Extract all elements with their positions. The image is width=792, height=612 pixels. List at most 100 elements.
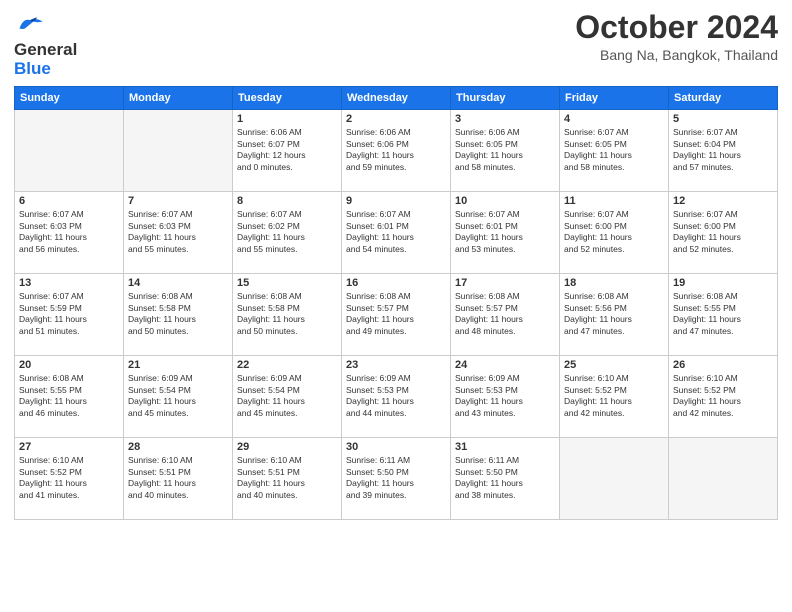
month-title: October 2024: [575, 10, 778, 45]
week-row-2: 6Sunrise: 6:07 AMSunset: 6:03 PMDaylight…: [15, 192, 778, 274]
day-info: Sunrise: 6:09 AMSunset: 5:53 PMDaylight:…: [455, 373, 555, 419]
day-number: 29: [237, 441, 337, 453]
page-container: General Blue October 2024 Bang Na, Bangk…: [0, 0, 792, 612]
day-info: Sunrise: 6:08 AMSunset: 5:56 PMDaylight:…: [564, 291, 664, 337]
day-info: Sunrise: 6:07 AMSunset: 6:01 PMDaylight:…: [346, 209, 446, 255]
week-row-3: 13Sunrise: 6:07 AMSunset: 5:59 PMDayligh…: [15, 274, 778, 356]
day-number: 9: [346, 195, 446, 207]
day-cell-w4-d5: 24 Sunrise: 6:09 AMSunset: 5:53 PMDayligh…: [451, 356, 560, 438]
day-cell-w2-d4: 9 Sunrise: 6:07 AMSunset: 6:01 PMDaylight…: [342, 192, 451, 274]
calendar-table: Sunday Monday Tuesday Wednesday Thursday…: [14, 86, 778, 520]
day-cell-w3-d5: 17Sunrise: 6:08 AMSunset: 5:57 PMDayligh…: [451, 274, 560, 356]
day-number: 20: [19, 359, 119, 371]
day-cell-w4-d4: 23 Sunrise: 6:09 AMSunset: 5:53 PMDayligh…: [342, 356, 451, 438]
day-number: 7: [128, 195, 228, 207]
day-number: 4: [564, 113, 664, 125]
day-info: Sunrise: 6:08 AMSunset: 5:57 PMDaylight:…: [346, 291, 446, 337]
day-cell-w3-d6: 18 Sunrise: 6:08 AMSunset: 5:56 PMDayligh…: [560, 274, 669, 356]
day-number: 13: [19, 277, 119, 289]
day-info: Sunrise: 6:08 AMSunset: 5:55 PMDaylight:…: [19, 373, 119, 419]
day-number: 24: [455, 359, 555, 371]
day-cell-w1-d3: 1Sunrise: 6:06 AMSunset: 6:07 PMDaylight…: [233, 110, 342, 192]
day-info: Sunrise: 6:10 AMSunset: 5:52 PMDaylight:…: [19, 455, 119, 501]
day-cell-w2-d6: 11 Sunrise: 6:07 AMSunset: 6:00 PMDayligh…: [560, 192, 669, 274]
day-number: 21: [128, 359, 228, 371]
day-cell-w3-d1: 13Sunrise: 6:07 AMSunset: 5:59 PMDayligh…: [15, 274, 124, 356]
day-number: 25: [564, 359, 664, 371]
day-number: 19: [673, 277, 773, 289]
day-info: Sunrise: 6:08 AMSunset: 5:58 PMDaylight:…: [128, 291, 228, 337]
day-number: 30: [346, 441, 446, 453]
day-cell-w4-d6: 25Sunrise: 6:10 AMSunset: 5:52 PMDayligh…: [560, 356, 669, 438]
day-cell-w1-d2: [124, 110, 233, 192]
day-info: Sunrise: 6:11 AMSunset: 5:50 PMDaylight:…: [346, 455, 446, 501]
day-info: Sunrise: 6:08 AMSunset: 5:57 PMDaylight:…: [455, 291, 555, 337]
day-number: 8: [237, 195, 337, 207]
day-cell-w2-d5: 10 Sunrise: 6:07 AMSunset: 6:01 PMDayligh…: [451, 192, 560, 274]
logo: General Blue: [14, 14, 77, 78]
header-sunday: Sunday: [15, 87, 124, 110]
day-info: Sunrise: 6:07 AMSunset: 6:04 PMDaylight:…: [673, 127, 773, 173]
day-cell-w1-d7: 5 Sunrise: 6:07 AMSunset: 6:04 PMDaylight…: [669, 110, 778, 192]
day-cell-w3-d7: 19Sunrise: 6:08 AMSunset: 5:55 PMDayligh…: [669, 274, 778, 356]
day-number: 28: [128, 441, 228, 453]
header-friday: Friday: [560, 87, 669, 110]
day-number: 10: [455, 195, 555, 207]
day-number: 14: [128, 277, 228, 289]
day-cell-w5-d6: [560, 438, 669, 520]
day-number: 16: [346, 277, 446, 289]
day-cell-w5-d3: 29 Sunrise: 6:10 AMSunset: 5:51 PMDayligh…: [233, 438, 342, 520]
day-cell-w5-d5: 31Sunrise: 6:11 AMSunset: 5:50 PMDayligh…: [451, 438, 560, 520]
day-cell-w1-d1: [15, 110, 124, 192]
day-cell-w4-d7: 26 Sunrise: 6:10 AMSunset: 5:52 PMDayligh…: [669, 356, 778, 438]
day-info: Sunrise: 6:09 AMSunset: 5:54 PMDaylight:…: [128, 373, 228, 419]
day-number: 11: [564, 195, 664, 207]
day-info: Sunrise: 6:06 AMSunset: 6:06 PMDaylight:…: [346, 127, 446, 173]
day-number: 5: [673, 113, 773, 125]
day-info: Sunrise: 6:09 AMSunset: 5:54 PMDaylight:…: [237, 373, 337, 419]
day-cell-w2-d7: 12Sunrise: 6:07 AMSunset: 6:00 PMDayligh…: [669, 192, 778, 274]
day-cell-w5-d7: [669, 438, 778, 520]
day-info: Sunrise: 6:07 AMSunset: 6:00 PMDaylight:…: [564, 209, 664, 255]
day-cell-w1-d5: 3Sunrise: 6:06 AMSunset: 6:05 PMDaylight…: [451, 110, 560, 192]
logo-text-blue: Blue: [14, 59, 51, 78]
day-number: 12: [673, 195, 773, 207]
header-tuesday: Tuesday: [233, 87, 342, 110]
week-row-1: 1Sunrise: 6:06 AMSunset: 6:07 PMDaylight…: [15, 110, 778, 192]
day-info: Sunrise: 6:10 AMSunset: 5:51 PMDaylight:…: [128, 455, 228, 501]
day-info: Sunrise: 6:07 AMSunset: 6:01 PMDaylight:…: [455, 209, 555, 255]
week-row-5: 27 Sunrise: 6:10 AMSunset: 5:52 PMDayligh…: [15, 438, 778, 520]
day-info: Sunrise: 6:11 AMSunset: 5:50 PMDaylight:…: [455, 455, 555, 501]
day-cell-w2-d2: 7 Sunrise: 6:07 AMSunset: 6:03 PMDaylight…: [124, 192, 233, 274]
day-cell-w2-d3: 8 Sunrise: 6:07 AMSunset: 6:02 PMDaylight…: [233, 192, 342, 274]
day-cell-w3-d4: 16 Sunrise: 6:08 AMSunset: 5:57 PMDayligh…: [342, 274, 451, 356]
day-cell-w5-d1: 27 Sunrise: 6:10 AMSunset: 5:52 PMDayligh…: [15, 438, 124, 520]
day-info: Sunrise: 6:08 AMSunset: 5:58 PMDaylight:…: [237, 291, 337, 337]
day-info: Sunrise: 6:10 AMSunset: 5:51 PMDaylight:…: [237, 455, 337, 501]
location-subtitle: Bang Na, Bangkok, Thailand: [575, 47, 778, 63]
day-cell-w3-d2: 14 Sunrise: 6:08 AMSunset: 5:58 PMDayligh…: [124, 274, 233, 356]
day-number: 18: [564, 277, 664, 289]
day-info: Sunrise: 6:07 AMSunset: 6:03 PMDaylight:…: [19, 209, 119, 255]
header-monday: Monday: [124, 87, 233, 110]
day-number: 23: [346, 359, 446, 371]
day-cell-w1-d6: 4Sunrise: 6:07 AMSunset: 6:05 PMDaylight…: [560, 110, 669, 192]
day-number: 27: [19, 441, 119, 453]
header-wednesday: Wednesday: [342, 87, 451, 110]
day-info: Sunrise: 6:07 AMSunset: 6:03 PMDaylight:…: [128, 209, 228, 255]
logo-text-general: General: [14, 40, 77, 59]
week-row-4: 20 Sunrise: 6:08 AMSunset: 5:55 PMDayligh…: [15, 356, 778, 438]
day-info: Sunrise: 6:07 AMSunset: 6:02 PMDaylight:…: [237, 209, 337, 255]
day-cell-w3-d3: 15Sunrise: 6:08 AMSunset: 5:58 PMDayligh…: [233, 274, 342, 356]
day-info: Sunrise: 6:10 AMSunset: 5:52 PMDaylight:…: [673, 373, 773, 419]
day-number: 26: [673, 359, 773, 371]
header-saturday: Saturday: [669, 87, 778, 110]
day-number: 3: [455, 113, 555, 125]
day-info: Sunrise: 6:06 AMSunset: 6:07 PMDaylight:…: [237, 127, 337, 173]
title-block: October 2024 Bang Na, Bangkok, Thailand: [575, 10, 778, 63]
day-info: Sunrise: 6:09 AMSunset: 5:53 PMDaylight:…: [346, 373, 446, 419]
day-number: 2: [346, 113, 446, 125]
header-thursday: Thursday: [451, 87, 560, 110]
day-cell-w4-d3: 22Sunrise: 6:09 AMSunset: 5:54 PMDayligh…: [233, 356, 342, 438]
day-cell-w5-d2: 28 Sunrise: 6:10 AMSunset: 5:51 PMDayligh…: [124, 438, 233, 520]
